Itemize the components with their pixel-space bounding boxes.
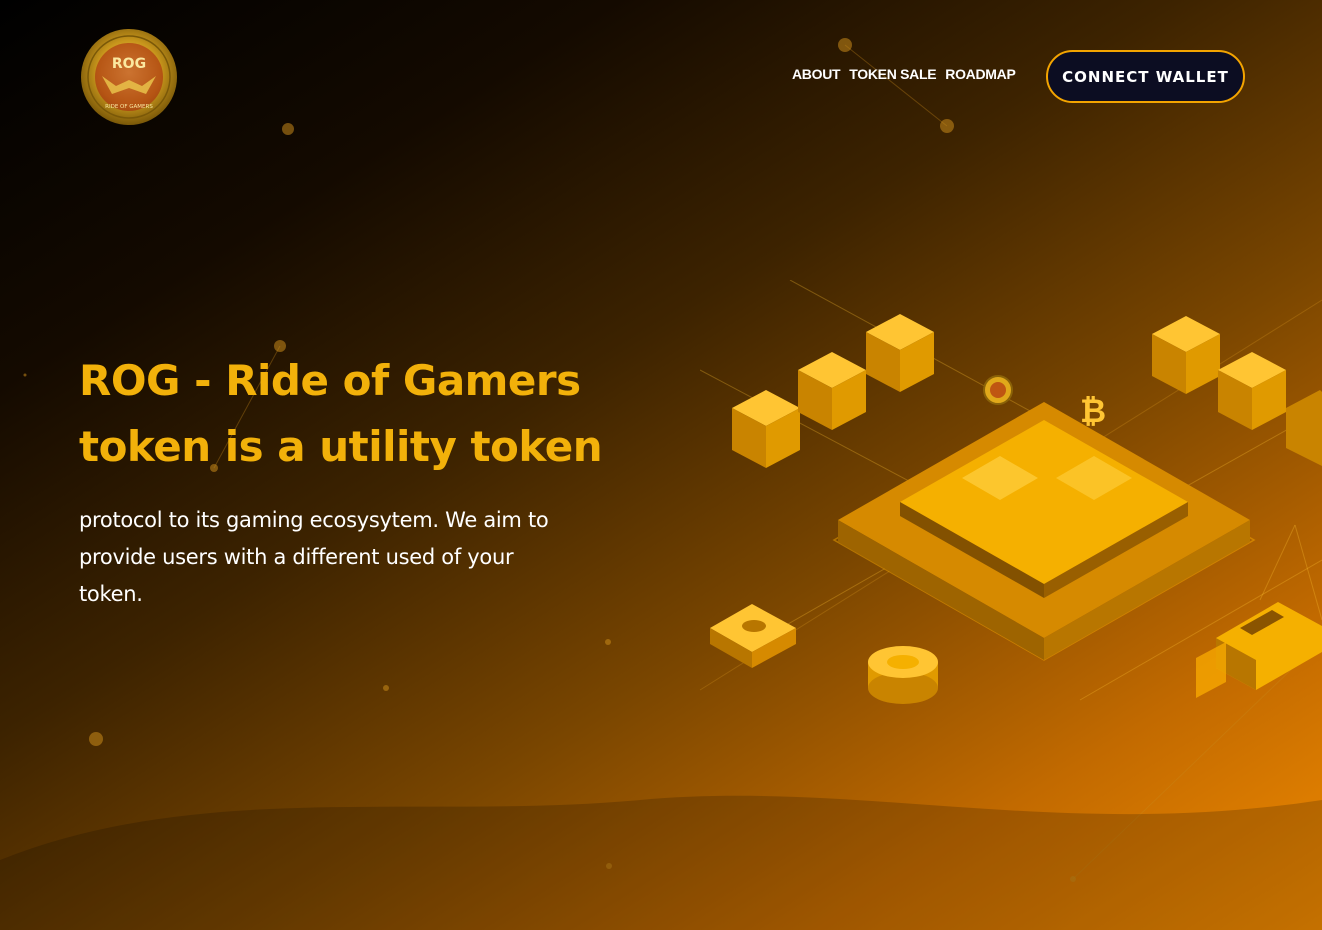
cubes-left bbox=[732, 314, 934, 468]
connect-wallet-button[interactable]: CONNECT WALLET bbox=[1046, 50, 1245, 103]
hero-description-line3: token. bbox=[79, 582, 143, 606]
hero-title-line2: token is a utility token bbox=[79, 422, 603, 471]
blockchain-illustration: ₿ bbox=[700, 280, 1322, 704]
hero-title: ROG - Ride of Gamers token is a utility … bbox=[79, 348, 639, 480]
logo-ring-text: RIDE OF GAMERS bbox=[105, 104, 153, 110]
coin-icon bbox=[983, 375, 1013, 405]
main-nav: ABOUT TOKEN SALE ROADMAP bbox=[792, 66, 1016, 82]
coin-stack bbox=[868, 646, 938, 704]
bitcoin-icon: ₿ bbox=[1080, 392, 1106, 430]
hero-description: protocol to its gaming ecosysytem. We ai… bbox=[79, 502, 599, 613]
hero-title-line1: ROG - Ride of Gamers bbox=[79, 356, 581, 405]
nav-item-about[interactable]: ABOUT bbox=[792, 66, 841, 82]
nav-item-roadmap[interactable]: ROADMAP bbox=[945, 66, 1016, 82]
server-block bbox=[1196, 602, 1322, 698]
cubes-right bbox=[1152, 316, 1322, 466]
platform bbox=[832, 402, 1256, 661]
small-tile bbox=[710, 604, 796, 668]
nav-item-token-sale[interactable]: TOKEN SALE bbox=[849, 66, 936, 82]
logo-text: ROG bbox=[112, 56, 146, 72]
hero-description-line2: provide users with a different used of y… bbox=[79, 545, 514, 569]
hero-description-line1: protocol to its gaming ecosysytem. We ai… bbox=[79, 508, 549, 532]
rog-logo[interactable]: ROG RIDE OF GAMERS bbox=[80, 28, 178, 126]
